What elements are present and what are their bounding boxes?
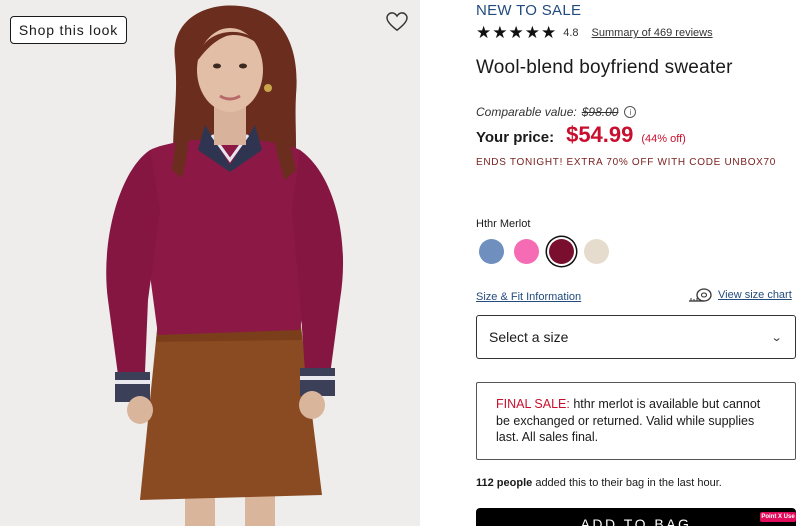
size-fit-info-link[interactable]: Size & Fit Information xyxy=(476,291,581,303)
heart-outline-icon[interactable] xyxy=(386,12,408,32)
star-icon: ★ xyxy=(524,23,540,42)
your-price-row: Your price: $54.99 (44% off) xyxy=(476,122,686,148)
color-swatch-4[interactable] xyxy=(584,239,609,264)
social-proof-text: added this to their bag in the last hour… xyxy=(532,477,722,489)
final-sale-label: FINAL SALE: xyxy=(496,397,570,411)
shop-this-look-button[interactable]: Shop this look xyxy=(10,16,127,44)
product-tag: NEW TO SALE xyxy=(476,2,582,19)
star-icon: ★ xyxy=(492,23,508,42)
chevron-down-icon: ⌄ xyxy=(770,331,783,344)
view-size-chart-link[interactable]: View size chart xyxy=(688,288,792,302)
final-sale-notice: FINAL SALE: hthr merlot is available but… xyxy=(476,382,796,460)
comparable-label: Comparable value: xyxy=(476,105,577,119)
rating-value: 4.8 xyxy=(563,27,579,39)
size-select-placeholder: Select a size xyxy=(489,329,569,345)
sale-price: $54.99 xyxy=(566,122,634,147)
extension-badge[interactable]: Point X Use xyxy=(760,512,796,522)
star-icon: ★ xyxy=(508,23,524,42)
size-select-dropdown[interactable]: Select a size ⌄ xyxy=(476,315,796,359)
info-circle-icon[interactable]: i xyxy=(624,106,637,118)
add-to-bag-button[interactable]: ADD TO BAG xyxy=(476,508,796,526)
comparable-value: Comparable value: $98.00 i xyxy=(476,105,637,119)
reviews-summary-link[interactable]: Summary of 469 reviews xyxy=(592,27,713,39)
rating-row: ★ ★ ★ ★ ★ 4.8 Summary of 469 reviews xyxy=(476,23,713,42)
product-info-panel: NEW TO SALE ★ ★ ★ ★ ★ 4.8 Summary of 469 rev… xyxy=(476,0,800,526)
view-size-chart-label: View size chart xyxy=(718,289,792,301)
social-proof-count: 112 people xyxy=(476,477,533,489)
product-title: Wool-blend boyfriend sweater xyxy=(476,57,733,78)
social-proof: 112 people added this to their bag in th… xyxy=(476,477,722,489)
star-rating: ★ ★ ★ ★ ★ xyxy=(476,23,557,42)
promo-message: ENDS TONIGHT! EXTRA 70% OFF WITH CODE UN… xyxy=(476,157,777,168)
your-price-label: Your price: xyxy=(476,129,555,146)
color-swatch-1[interactable] xyxy=(479,239,504,264)
selected-color-name: Hthr Merlot xyxy=(476,218,531,230)
star-icon: ★ xyxy=(541,23,557,42)
discount-percent: (44% off) xyxy=(641,133,686,145)
model-photo xyxy=(0,0,420,526)
measuring-tape-icon xyxy=(689,288,712,302)
comparable-price: $98.00 xyxy=(581,105,619,119)
color-swatch-2[interactable] xyxy=(514,239,539,264)
color-swatch-3[interactable] xyxy=(549,239,574,264)
color-swatches xyxy=(479,239,609,264)
star-icon: ★ xyxy=(476,23,492,42)
product-image[interactable]: Shop this look xyxy=(0,0,420,526)
